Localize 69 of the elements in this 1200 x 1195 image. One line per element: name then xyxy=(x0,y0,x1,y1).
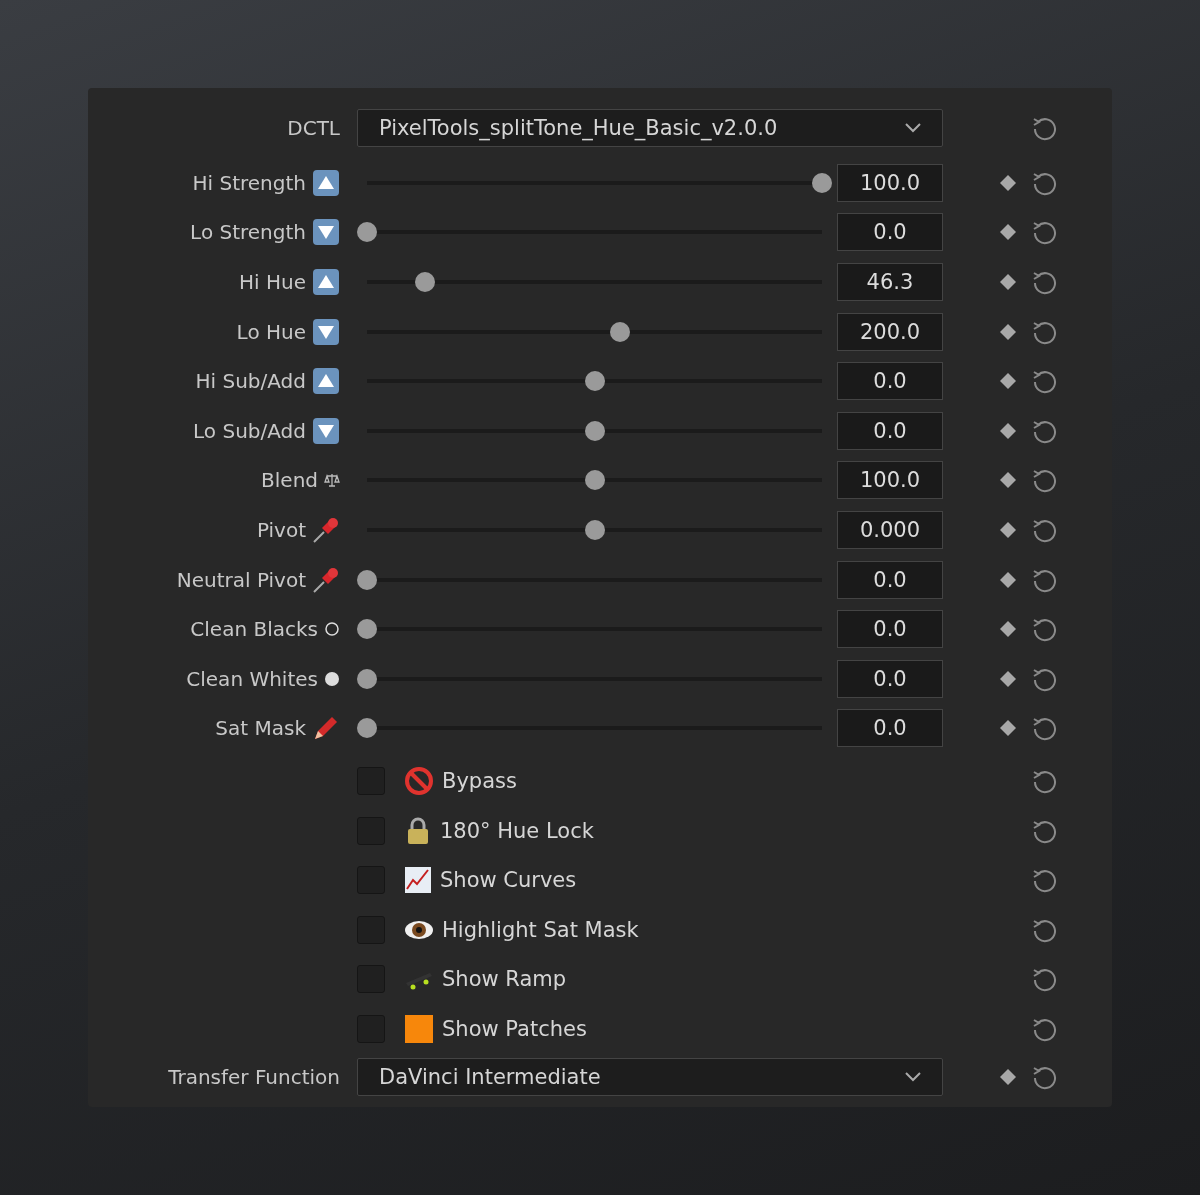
chevron-down-icon xyxy=(904,122,922,134)
slider-label: Sat Mask xyxy=(215,716,306,741)
dctl-dropdown[interactable]: PixelTools_splitTone_Hue_Basic_v2.0.0 xyxy=(357,109,943,147)
slider-label: Lo Sub/Add xyxy=(193,418,306,443)
value-field[interactable]: 0.0 xyxy=(837,659,943,698)
value-field[interactable]: 0.0 xyxy=(837,213,943,252)
value-field[interactable]: 200.0 xyxy=(837,312,943,351)
slider-thumb[interactable] xyxy=(357,718,377,739)
keyframe-diamond-icon[interactable] xyxy=(1000,274,1016,290)
slider-label: Hi Hue xyxy=(239,270,306,294)
keyframe-diamond-icon[interactable] xyxy=(1000,422,1016,439)
field-label: DCTL xyxy=(287,116,340,140)
value-field[interactable]: 0.000 xyxy=(837,510,943,549)
checkbox-label: Show Curves xyxy=(440,868,577,893)
keyframe-diamond-icon[interactable] xyxy=(1000,174,1016,191)
slider-thumb[interactable] xyxy=(812,172,832,193)
checkbox-label: Bypass xyxy=(442,768,517,793)
value-field[interactable]: 0.0 xyxy=(837,411,943,450)
value-field[interactable]: 100.0 xyxy=(837,163,943,202)
slider-thumb[interactable] xyxy=(357,619,377,640)
slider-label: Clean Whites xyxy=(186,666,318,691)
checkbox-label: Show Ramp xyxy=(442,967,567,992)
keyframe-diamond-icon[interactable] xyxy=(1000,521,1016,538)
trend-chart-icon xyxy=(404,866,432,895)
transfer-function-dropdown[interactable]: DaVinci Intermediate xyxy=(357,1057,943,1096)
scale-icon xyxy=(324,472,340,489)
slider-thumb[interactable] xyxy=(609,321,630,342)
slider-thumb[interactable] xyxy=(357,222,377,243)
value-field[interactable]: 100.0 xyxy=(837,461,943,500)
prohibited-icon xyxy=(404,765,434,796)
keyframe-diamond-icon[interactable] xyxy=(1000,621,1016,638)
slider-label: Clean Blacks xyxy=(190,617,318,642)
circle-icon xyxy=(324,670,340,687)
slider-thumb[interactable] xyxy=(584,371,605,392)
keyframe-diamond-icon[interactable] xyxy=(1000,720,1016,737)
slider-label: Hi Strength xyxy=(192,170,306,195)
pushpin-icon xyxy=(312,565,340,594)
circle-outline-icon xyxy=(324,621,340,638)
keyframe-diamond-icon[interactable] xyxy=(1000,1068,1016,1085)
keyframe-diamond-icon[interactable] xyxy=(1000,472,1016,489)
slider-label: Lo Strength xyxy=(190,220,306,245)
slider-label: Hi Sub/Add xyxy=(195,369,306,394)
value-field[interactable]: 0.0 xyxy=(837,709,943,748)
square-icon xyxy=(404,1013,434,1044)
slider-thumb[interactable] xyxy=(584,470,605,491)
chevron-down-icon xyxy=(904,1070,922,1083)
keyframe-diamond-icon[interactable] xyxy=(1000,373,1016,390)
checkbox-label: Show Patches xyxy=(442,1016,587,1041)
value-field[interactable]: 0.0 xyxy=(837,560,943,599)
value-field[interactable]: 0.0 xyxy=(837,362,943,401)
slider-thumb[interactable] xyxy=(584,519,605,540)
slider-label: Pivot xyxy=(256,517,306,542)
slider-thumb[interactable] xyxy=(415,272,436,292)
keyframe-diamond-icon[interactable] xyxy=(1000,224,1016,241)
slider-label: Blend xyxy=(261,468,318,493)
value-field[interactable]: 0.0 xyxy=(837,610,943,649)
slider-thumb[interactable] xyxy=(357,668,377,689)
keyframe-diamond-icon[interactable] xyxy=(1000,670,1016,687)
checkbox-label: Highlight Sat Mask xyxy=(442,917,639,942)
keyframe-diamond-icon[interactable] xyxy=(1000,571,1016,588)
slider-thumb[interactable] xyxy=(357,569,377,590)
keyframe-diamond-icon[interactable] xyxy=(1000,323,1016,340)
slider-label: Neutral Pivot xyxy=(176,567,306,592)
slider-thumb[interactable] xyxy=(584,420,605,441)
value-field[interactable]: 46.3 xyxy=(837,263,943,301)
pushpin-icon xyxy=(312,515,340,544)
checkbox-label: 180° Hue Lock xyxy=(440,818,594,843)
field-label: Transfer Function xyxy=(168,1064,340,1089)
slider-label: Lo Hue xyxy=(236,319,306,344)
